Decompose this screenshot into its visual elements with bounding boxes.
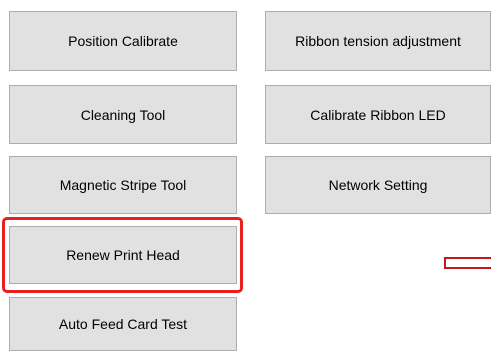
auto-feed-card-test-button[interactable]: Auto Feed Card Test xyxy=(9,297,237,351)
position-calibrate-button[interactable]: Position Calibrate xyxy=(9,11,237,71)
red-annotation-shape xyxy=(444,257,491,269)
highlight-annotation xyxy=(2,217,243,293)
magnetic-stripe-tool-button[interactable]: Magnetic Stripe Tool xyxy=(9,156,237,214)
cleaning-tool-button[interactable]: Cleaning Tool xyxy=(9,85,237,144)
ribbon-tension-adjustment-button[interactable]: Ribbon tension adjustment xyxy=(265,11,491,71)
calibrate-ribbon-led-button[interactable]: Calibrate Ribbon LED xyxy=(265,85,491,144)
network-setting-button[interactable]: Network Setting xyxy=(265,156,491,214)
